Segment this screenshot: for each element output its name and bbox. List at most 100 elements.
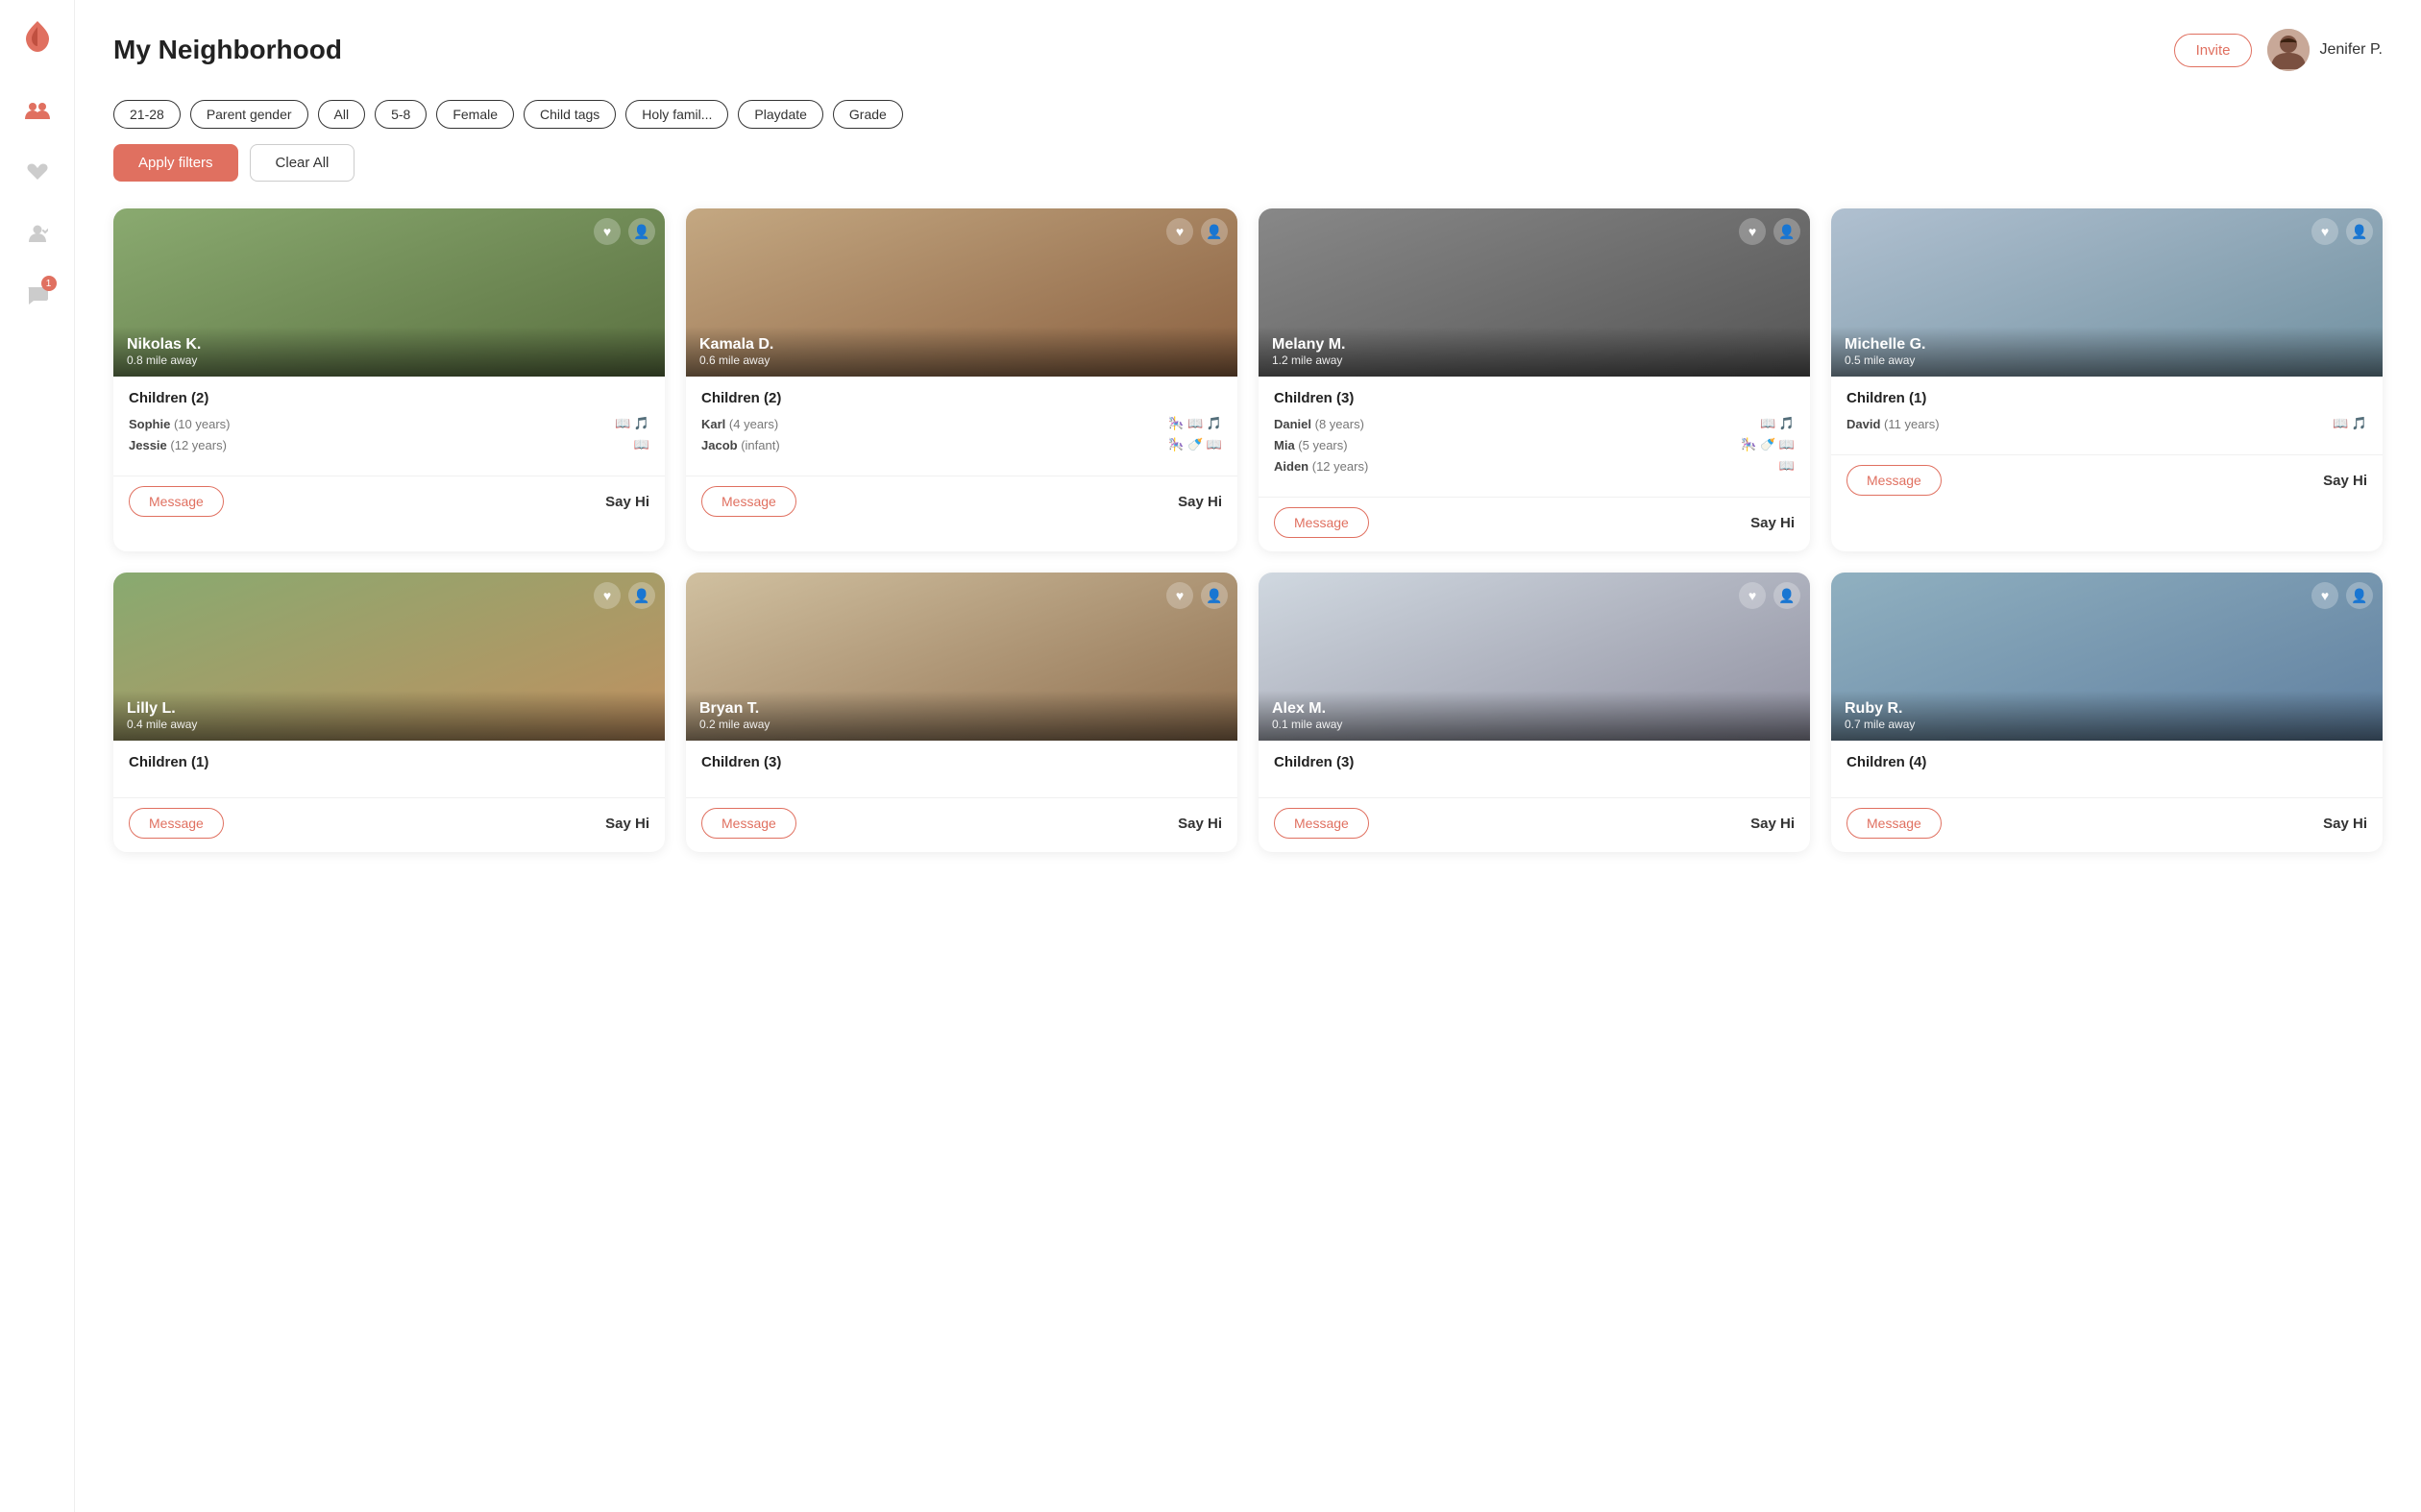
card-distance: 0.4 mile away [127,718,651,731]
child-name: Jessie (12 years) [129,438,227,452]
say-hi-button[interactable]: Say Hi [2323,816,2367,832]
card-person-name: Melany M. [1272,336,1797,354]
apply-filters-button[interactable]: Apply filters [113,144,238,182]
card-body: Children (2) Sophie (10 years) 📖 🎵 Jessi… [113,377,665,472]
child-name: Sophie (10 years) [129,417,231,431]
profile-button[interactable]: 👤 [2346,582,2373,609]
like-button[interactable]: ♥ [594,582,621,609]
action-row: Apply filters Clear All [113,144,2383,182]
card-overlay: Lilly L. 0.4 mile away [113,691,665,741]
children-label: Children (3) [1274,754,1795,770]
profile-button[interactable]: 👤 [628,582,655,609]
card-actions-overlay: ♥ 👤 [594,218,655,245]
profile-button[interactable]: 👤 [628,218,655,245]
message-button[interactable]: Message [1274,507,1369,538]
filter-chip-grade[interactable]: Grade [833,100,903,129]
children-label: Children (2) [701,390,1222,406]
say-hi-button[interactable]: Say Hi [1750,515,1795,531]
sidebar-item-neighborhood[interactable] [14,87,61,134]
card-person-name: Bryan T. [699,700,1224,718]
filter-chip-gender[interactable]: Female [436,100,514,129]
invite-button[interactable]: Invite [2174,34,2253,67]
child-name: Aiden (12 years) [1274,459,1368,474]
card-image: Nikolas K. 0.8 mile away ♥ 👤 [113,208,665,377]
card-melany: Melany M. 1.2 mile away ♥ 👤 Children (3)… [1259,208,1810,551]
say-hi-button[interactable]: Say Hi [1178,816,1222,832]
filter-bar: 21-28 Parent gender All 5-8 Female Child tags… [113,100,2383,129]
sidebar-item-favorites[interactable] [14,149,61,195]
card-footer: Message Say Hi [1831,454,2383,509]
card-body: Children (3) Daniel (8 years) 📖 🎵 Mia (5… [1259,377,1810,493]
card-nikolas: Nikolas K. 0.8 mile away ♥ 👤 Children (2… [113,208,665,551]
say-hi-button[interactable]: Say Hi [605,816,649,832]
message-button[interactable]: Message [129,486,224,517]
card-michelle: Michelle G. 0.5 mile away ♥ 👤 Children (… [1831,208,2383,551]
profile-button[interactable]: 👤 [1773,582,1800,609]
card-distance: 0.8 mile away [127,354,651,367]
clear-all-button[interactable]: Clear All [250,144,355,182]
card-body: Children (1) [113,741,665,793]
filter-chip-playdate[interactable]: Playdate [738,100,822,129]
card-footer: Message Say Hi [686,476,1237,530]
message-button[interactable]: Message [1846,465,1942,496]
child-icons: 📖 🎵 [2333,416,2367,431]
card-body: Children (3) [686,741,1237,793]
message-button[interactable]: Message [701,486,796,517]
say-hi-button[interactable]: Say Hi [1178,494,1222,510]
card-actions-overlay: ♥ 👤 [2311,582,2373,609]
card-actions-overlay: ♥ 👤 [1166,218,1228,245]
child-icons: 📖 🎵 [615,416,649,431]
card-overlay: Kamala D. 0.6 mile away [686,327,1237,377]
user-name: Jenifer P. [2319,41,2383,59]
profile-button[interactable]: 👤 [2346,218,2373,245]
card-footer: Message Say Hi [113,476,665,530]
message-button[interactable]: Message [129,808,224,839]
card-overlay: Alex M. 0.1 mile away [1259,691,1810,741]
filter-chip-age[interactable]: 21-28 [113,100,181,129]
header-right: Invite Jenifer P. [2174,29,2383,71]
card-overlay: Ruby R. 0.7 mile away [1831,691,2383,741]
card-overlay: Bryan T. 0.2 mile away [686,691,1237,741]
card-distance: 0.2 mile away [699,718,1224,731]
sidebar-item-connections[interactable] [14,210,61,256]
profile-button[interactable]: 👤 [1201,218,1228,245]
message-button[interactable]: Message [1274,808,1369,839]
message-button[interactable]: Message [701,808,796,839]
card-image: Kamala D. 0.6 mile away ♥ 👤 [686,208,1237,377]
like-button[interactable]: ♥ [2311,582,2338,609]
sidebar-item-messages[interactable]: 1 [14,272,61,318]
filter-chip-child_age[interactable]: 5-8 [375,100,427,129]
say-hi-button[interactable]: Say Hi [605,494,649,510]
card-image: Bryan T. 0.2 mile away ♥ 👤 [686,573,1237,741]
card-person-name: Kamala D. [699,336,1224,354]
card-lilly: Lilly L. 0.4 mile away ♥ 👤 Children (1) … [113,573,665,852]
like-button[interactable]: ♥ [1739,218,1766,245]
filter-chip-all[interactable]: All [318,100,366,129]
message-button[interactable]: Message [1846,808,1942,839]
say-hi-button[interactable]: Say Hi [2323,473,2367,489]
card-person-name: Michelle G. [1845,336,2369,354]
like-button[interactable]: ♥ [594,218,621,245]
main-content: My Neighborhood Invite Jenifer P. 21-28 P… [75,0,2421,1512]
filter-chip-holy_family[interactable]: Holy famil... [625,100,728,129]
card-distance: 0.6 mile away [699,354,1224,367]
filter-chip-child_tags[interactable]: Child tags [524,100,616,129]
profile-button[interactable]: 👤 [1201,582,1228,609]
card-body: Children (4) [1831,741,2383,793]
profile-button[interactable]: 👤 [1773,218,1800,245]
like-button[interactable]: ♥ [1166,582,1193,609]
card-distance: 0.5 mile away [1845,354,2369,367]
header: My Neighborhood Invite Jenifer P. [113,29,2383,71]
filter-chip-parent_gender[interactable]: Parent gender [190,100,308,129]
child-name: David (11 years) [1846,417,1940,431]
like-button[interactable]: ♥ [1166,218,1193,245]
card-ruby: Ruby R. 0.7 mile away ♥ 👤 Children (4) M… [1831,573,2383,852]
child-row: Jessie (12 years) 📖 [129,437,649,452]
like-button[interactable]: ♥ [2311,218,2338,245]
say-hi-button[interactable]: Say Hi [1750,816,1795,832]
like-button[interactable]: ♥ [1739,582,1766,609]
page-title: My Neighborhood [113,35,342,65]
card-body: Children (2) Karl (4 years) 🎠 📖 🎵 Jacob … [686,377,1237,472]
child-row: Aiden (12 years) 📖 [1274,458,1795,474]
children-label: Children (1) [1846,390,2367,406]
